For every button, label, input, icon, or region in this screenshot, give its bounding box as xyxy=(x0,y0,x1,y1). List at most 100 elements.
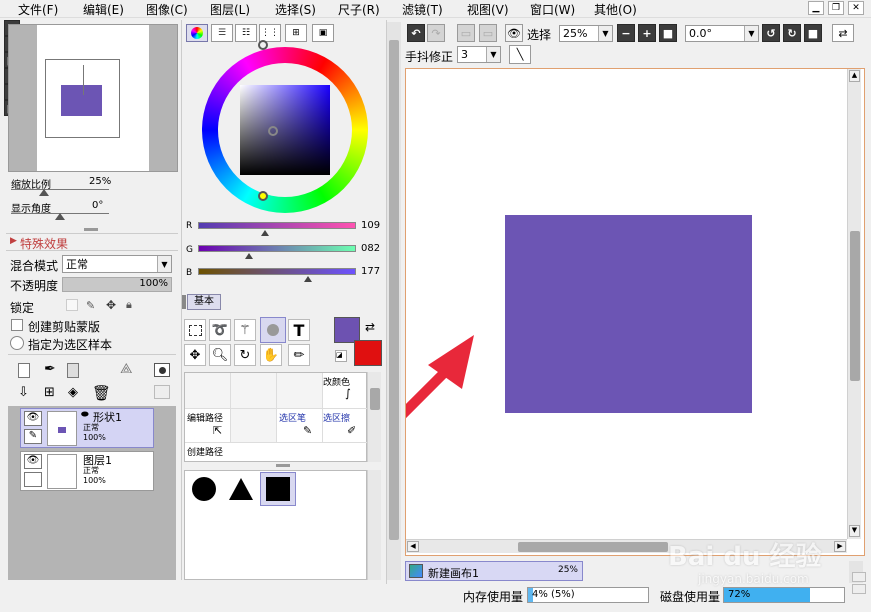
new-pen-layer-icon[interactable]: ✒ xyxy=(44,361,56,377)
magic-wand-icon[interactable]: ⚚ xyxy=(234,319,256,341)
circle-shape-option[interactable] xyxy=(186,472,222,506)
canvas-rotate-left-button[interactable]: ↺ xyxy=(762,24,780,42)
layer-transform-icon[interactable]: ⟁ xyxy=(120,361,133,377)
minimize-icon[interactable]: ▁ xyxy=(808,1,824,15)
panel-splitter[interactable] xyxy=(276,464,290,467)
background-color-swatch[interactable] xyxy=(354,340,382,366)
layer-lock-slot[interactable] xyxy=(24,472,42,487)
g-slider-handle[interactable] xyxy=(244,253,253,259)
selection-eraser-slot[interactable]: 选区擦 ✐ xyxy=(323,409,367,443)
sv-square[interactable] xyxy=(240,85,330,175)
menu-edit[interactable]: 编辑(E) xyxy=(83,1,124,18)
clear-layer-icon[interactable]: ◈ xyxy=(68,385,78,400)
shape-picker-scrollbar[interactable] xyxy=(367,470,381,580)
status-scroll-up[interactable] xyxy=(852,572,866,582)
r-slider[interactable] xyxy=(198,222,356,229)
selection-pen-slot[interactable]: 选区笔 ✎ xyxy=(277,409,323,443)
text-tool-icon[interactable]: T xyxy=(288,319,310,341)
hsv-sliders-tab[interactable]: ☷ xyxy=(235,24,257,42)
rect-select-icon[interactable] xyxy=(184,319,206,341)
scroll-up-icon[interactable]: ▲ xyxy=(849,70,860,82)
menu-image[interactable]: 图像(C) xyxy=(146,1,188,18)
color-wheel-tab[interactable] xyxy=(186,24,208,42)
scratchpad-tab[interactable]: ▣ xyxy=(312,24,334,42)
scroll-right-icon[interactable]: ▶ xyxy=(834,541,846,552)
zoom-slider[interactable] xyxy=(11,189,109,190)
canvas-zoom-select[interactable]: 25% ▼ xyxy=(559,25,613,42)
restore-icon[interactable]: ❐ xyxy=(828,1,844,15)
tool-set-tab[interactable]: 基本 xyxy=(187,294,221,310)
canvas-zoom-out-button[interactable]: − xyxy=(617,24,635,42)
eye-icon[interactable]: 👁︎ xyxy=(505,24,523,42)
panel-splitter[interactable] xyxy=(84,228,98,231)
move-icon[interactable]: ✥ xyxy=(184,344,206,366)
edit-path-slot[interactable]: 编辑路径 ⇱ xyxy=(185,409,231,443)
swap-colors-icon[interactable]: ⇄ xyxy=(365,320,375,334)
triangle-shape-option[interactable] xyxy=(223,472,259,506)
lock-move-icon[interactable]: ✥ xyxy=(106,298,119,312)
deselect-button[interactable]: ▭ xyxy=(457,24,475,42)
new-layer-icon[interactable] xyxy=(18,363,30,378)
blend-mode-select[interactable]: 正常 ▼ xyxy=(62,255,172,273)
scroll-down-icon[interactable]: ▼ xyxy=(849,525,860,537)
menu-view[interactable]: 视图(V) xyxy=(467,1,509,18)
canvas-rotate-reset-button[interactable]: ■ xyxy=(804,24,822,42)
zoom-slider-handle[interactable] xyxy=(39,189,49,196)
menu-window[interactable]: 窗口(W) xyxy=(530,1,575,18)
canvas-horizontal-scrollbar[interactable]: ◀ ▶ xyxy=(406,539,847,553)
menu-filter[interactable]: 滤镜(T) xyxy=(402,1,443,18)
trash-icon[interactable]: 🗑︎ xyxy=(92,384,111,402)
lock-transparency-icon[interactable] xyxy=(66,299,78,311)
eye-icon[interactable]: 👁︎ xyxy=(24,454,42,469)
brush-slot[interactable] xyxy=(231,373,277,409)
navigator-preview[interactable] xyxy=(8,24,178,172)
reset-colors-icon[interactable]: ◪ xyxy=(335,350,347,362)
rotate-icon[interactable]: ↻ xyxy=(234,344,256,366)
menu-ruler[interactable]: 尺子(R) xyxy=(338,1,380,18)
canvas-angle-select[interactable]: 0.0° ▼ xyxy=(685,25,759,42)
panel-scrollbar[interactable] xyxy=(387,22,401,580)
hue-ring[interactable] xyxy=(202,40,368,213)
hand-icon[interactable]: ✋ xyxy=(260,344,282,366)
angle-slider-handle[interactable] xyxy=(55,213,65,220)
brush-grid-scrollbar[interactable] xyxy=(367,372,381,462)
menu-layer[interactable]: 图层(L) xyxy=(210,1,250,18)
scroll-left-icon[interactable]: ◀ xyxy=(407,541,419,552)
invert-selection-button[interactable]: ▭ xyxy=(479,24,497,42)
line-mode-button[interactable]: ╲ xyxy=(509,45,531,64)
hue-picker-handle[interactable] xyxy=(258,40,268,50)
change-color-slot[interactable]: 改颜色 ∫ xyxy=(323,373,367,409)
sv-picker-handle[interactable] xyxy=(268,126,278,136)
undo-button[interactable]: ↶ xyxy=(407,24,425,42)
canvas-frame[interactable]: ▲ ▼ ◀ ▶ xyxy=(405,68,865,556)
close-icon[interactable]: ✕ xyxy=(848,1,864,15)
canvas-tab[interactable]: 新建画布1 25% xyxy=(405,561,583,581)
canvas-vscroll-thumb[interactable] xyxy=(850,231,860,381)
layer-row-layer1[interactable]: 👁︎ 图层1 正常 100% xyxy=(20,451,154,491)
mask-icon[interactable] xyxy=(154,363,170,377)
shape-tool-icon[interactable] xyxy=(260,317,286,343)
opacity-slider[interactable]: 100% xyxy=(62,277,172,292)
canvas-zoom-in-button[interactable]: + xyxy=(638,24,656,42)
apply-mask-icon[interactable] xyxy=(154,385,170,399)
flip-horizontal-button[interactable]: ⇄ xyxy=(832,24,854,42)
mixer-tab[interactable]: ⊞ xyxy=(285,24,307,42)
rgb-sliders-tab[interactable]: ☰ xyxy=(211,24,233,42)
layer-row-shape1[interactable]: 👁︎ ✎ ⬬ 形状1 正常 100% xyxy=(20,408,154,448)
new-layer-folder-icon[interactable] xyxy=(67,363,79,378)
menu-other[interactable]: 其他(O) xyxy=(594,1,637,18)
eye-icon[interactable]: 👁︎ xyxy=(24,411,42,426)
effects-header[interactable]: ▶ 特殊效果 xyxy=(6,233,178,251)
menu-select[interactable]: 选择(S) xyxy=(275,1,316,18)
canvas-rotate-right-button[interactable]: ↻ xyxy=(783,24,801,42)
pen-icon[interactable]: ✎ xyxy=(24,429,42,444)
lock-all-icon[interactable]: 🔒︎ xyxy=(126,298,139,311)
selection-source-radio[interactable] xyxy=(10,336,24,350)
rectangle-shape-option[interactable] xyxy=(260,472,296,506)
b-slider-handle[interactable] xyxy=(303,276,312,282)
brush-slot[interactable] xyxy=(185,373,231,409)
transfer-down-icon[interactable]: ⇩ xyxy=(18,385,29,400)
redo-button[interactable]: ↷ xyxy=(427,24,445,42)
status-scroll-down[interactable] xyxy=(852,584,866,594)
eyedropper-icon[interactable]: ✏ xyxy=(288,344,310,366)
